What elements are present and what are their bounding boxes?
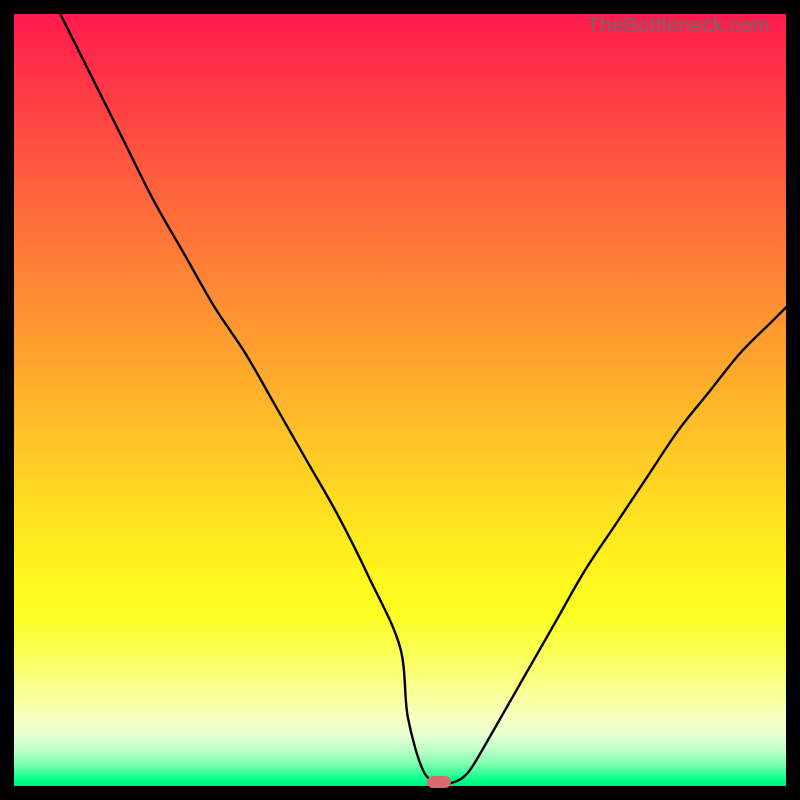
plot-area: TheBottleneck.com (14, 14, 786, 786)
chart-frame: TheBottleneck.com (0, 0, 800, 800)
optimal-marker (427, 776, 451, 788)
watermark-text: TheBottleneck.com (587, 14, 770, 38)
bottleneck-curve (14, 14, 786, 786)
curve-path (60, 14, 786, 784)
